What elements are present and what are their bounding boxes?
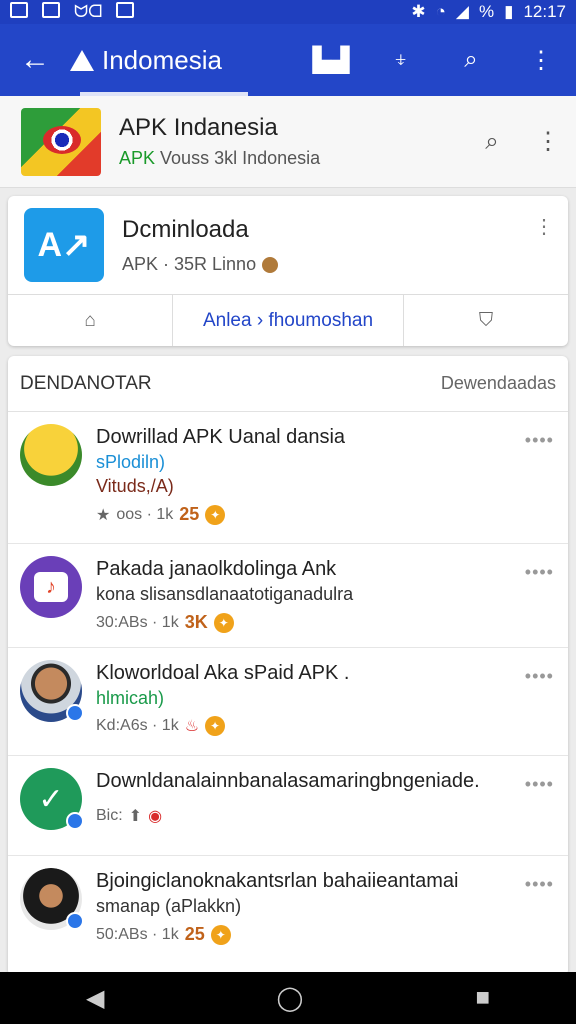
avatar: ♪ (20, 556, 82, 618)
image-icon (42, 2, 60, 18)
item-subtitle: kona slisansdlanaatotiganadulra (96, 584, 354, 604)
site-title: APK Indanesia (119, 114, 278, 141)
list-header-link[interactable]: Dewendaadas (441, 373, 556, 394)
more-horiz-icon[interactable]: •••• (525, 430, 554, 451)
item-subtitle: smanap (aPlakkn) (96, 896, 242, 916)
item-subtitle-2: Vituds,/A) (96, 476, 174, 496)
more-vert-icon[interactable]: ⋮ (520, 127, 576, 156)
signal-icon: ◢ (455, 2, 469, 21)
clock: 12:17 (523, 2, 566, 21)
avatar (20, 424, 82, 486)
status-bar: ᗢᗡ ✱ ◔ ◢ % ▮ 12:17 (0, 0, 576, 24)
battery-icon: ▮ (504, 2, 514, 21)
tab-home[interactable]: ⌂ (8, 295, 174, 346)
more-horiz-icon[interactable]: •••• (525, 562, 554, 583)
page-title-text: Indomesia (102, 44, 222, 75)
item-count: 25 (184, 924, 205, 944)
bookmark-icon[interactable]: ▙▟ (296, 46, 366, 75)
home-icon: ⌂ (84, 309, 96, 331)
app-notification-icon (116, 2, 135, 18)
warning-icon (70, 49, 94, 71)
item-subtitle: hlmicah) (96, 688, 165, 708)
more-vert-icon[interactable]: ⋮ (534, 214, 554, 239)
item-title: Kloworldoal Aka sPaid APK . (96, 662, 350, 684)
coin-icon: ✦ (210, 924, 231, 945)
recents-icon[interactable]: ■ (475, 984, 490, 1012)
search-icon[interactable]: ⌕ (464, 128, 520, 156)
download-list: DENDANOTAR Dewendaadas Dowrillad APK Uan… (8, 356, 568, 976)
item-subtitle: sPlodiln) (96, 452, 166, 472)
wifi-icon: ◔ (435, 2, 446, 21)
item-meta: oos · 1k (116, 505, 174, 523)
list-item[interactable]: Kloworldoal Aka sPaid APK . hlmicah) Kd:… (8, 648, 568, 756)
app-tabs: ⌂ Anlea › fhoumoshan ⛉ (8, 294, 568, 346)
item-meta: Bic: (96, 807, 123, 824)
app-bar: ← Indomesia ▙▟ ⍖ ⌕ ⋮ (0, 24, 576, 96)
star-icon: ★ (96, 506, 111, 524)
item-title: Pakada janaolkdolinga Ank (96, 558, 337, 580)
share-icon[interactable]: ⍖ (366, 46, 436, 74)
coin-icon: ✦ (205, 716, 226, 736)
site-header: APK Indanesia APK Vouss 3kl Indonesia ⌕ … (0, 96, 576, 188)
avatar: ✓ (20, 768, 84, 830)
item-meta: 50:ABs · 1k (96, 925, 179, 943)
tab-bookmark[interactable]: ⛉ (404, 295, 568, 346)
notification-icon (10, 2, 28, 18)
coin-icon: ✦ (205, 504, 226, 525)
search-icon[interactable]: ⌕ (436, 46, 506, 74)
site-subtitle: APK Vouss 3kl Indonesia (119, 148, 321, 168)
app-card: A↗ Dcminloada APK · 35R Linno ⋮ ⌂ Anlea … (8, 196, 568, 346)
item-title: Bjoingiclanoknakantsrlan bahaiieantamai (96, 870, 459, 892)
bluetooth-icon: ✱ (411, 2, 426, 21)
item-title: Dowrillad APK Uanal dansia (96, 426, 346, 448)
badge-icon: ◉ (148, 808, 163, 825)
avatar (20, 660, 84, 722)
item-count: 3K (184, 612, 208, 632)
list-header-title: DENDANOTAR (20, 372, 152, 394)
arrow-left-icon[interactable]: ← (0, 43, 70, 77)
app-name: Dcminloada (122, 215, 249, 243)
more-horiz-icon[interactable]: •••• (525, 774, 554, 795)
list-item[interactable]: ♪ Pakada janaolkdolinga Ank kona slisans… (8, 544, 568, 648)
app-meta: APK · 35R Linno (122, 254, 568, 275)
item-meta: Kd:A6s · 1k (96, 717, 179, 734)
avatar (20, 868, 84, 930)
more-horiz-icon[interactable]: •••• (525, 874, 554, 895)
tab-middle[interactable]: Anlea › fhoumoshan (173, 295, 404, 346)
item-title: Downldanalainnbanalasamaringbngeniade. (96, 770, 480, 792)
verified-icon (66, 812, 84, 830)
back-icon[interactable]: ◀ (86, 984, 104, 1013)
bookmark-icon: ⛉ (478, 309, 494, 331)
coin-icon (262, 256, 279, 273)
item-meta: 30:ABs · 1k (96, 613, 179, 631)
more-horiz-icon[interactable]: •••• (525, 666, 554, 687)
home-icon[interactable]: ◯ (277, 984, 304, 1013)
voicemail-icon: ᗢᗡ (74, 2, 103, 21)
list-item[interactable]: Bjoingiclanoknakantsrlan bahaiieantamai … (8, 856, 568, 966)
item-count: 25 (179, 504, 200, 524)
site-logo (21, 107, 101, 176)
page-title[interactable]: Indomesia (70, 45, 296, 76)
thumb-icon: ⬆ (128, 808, 143, 825)
more-vert-icon[interactable]: ⋮ (506, 46, 576, 75)
list-item[interactable]: Dowrillad APK Uanal dansia sPlodiln) Vit… (8, 412, 568, 544)
list-item[interactable]: ✓ Downldanalainnbanalasamaringbngeniade.… (8, 756, 568, 856)
verified-icon (66, 704, 84, 722)
verified-icon (66, 912, 84, 930)
system-nav-bar: ◀ ◯ ■ (0, 972, 576, 1024)
battery-text: % (478, 2, 495, 21)
app-icon[interactable]: A↗ (24, 208, 104, 282)
flame-icon: ♨ (184, 718, 200, 735)
coin-icon: ✦ (213, 612, 234, 633)
